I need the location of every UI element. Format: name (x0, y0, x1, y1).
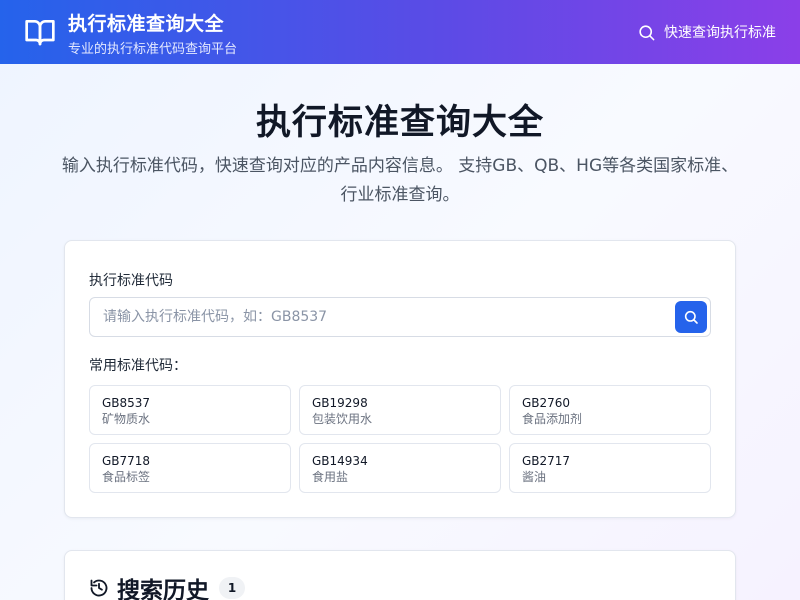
common-code-item[interactable]: GB7718 食品标签 (89, 443, 291, 493)
common-code-item[interactable]: GB2717 酱油 (509, 443, 711, 493)
history-icon (90, 579, 108, 597)
standard-name: 酱油 (522, 470, 547, 484)
standard-name: 包装饮用水 (312, 412, 373, 426)
history-title: 搜索历史 (117, 578, 209, 600)
standard-code: GB8537 (102, 396, 151, 410)
standard-name: 矿物质水 (102, 412, 151, 426)
standard-code: GB14934 (312, 454, 368, 468)
search-box (89, 297, 711, 337)
standard-code-input[interactable] (90, 298, 670, 336)
page-title: 执行标准查询大全 (255, 103, 544, 143)
common-code-item[interactable]: GB2760 食品添加剂 (509, 385, 711, 435)
standard-name: 食品标签 (102, 470, 151, 484)
search-history-card: 搜索历史 1 (64, 550, 736, 600)
app-header: 执行标准查询大全 专业的执行标准代码查询平台 快速查询执行标准 (0, 0, 800, 64)
common-code-item[interactable]: GB19298 包装饮用水 (299, 385, 501, 435)
standard-code: GB19298 (312, 396, 368, 410)
search-field-label: 执行标准代码 (89, 273, 173, 289)
search-icon (684, 310, 698, 324)
book-open-icon (25, 20, 55, 46)
search-icon (639, 24, 655, 40)
common-code-item[interactable]: GB14934 食用盐 (299, 443, 501, 493)
standard-name: 食用盐 (312, 470, 349, 484)
standard-code: GB2760 (522, 396, 571, 410)
common-codes-label: 常用标准代码： (89, 358, 187, 374)
search-button[interactable] (675, 301, 707, 333)
common-codes-grid: GB8537 矿物质水 GB19298 包装饮用水 GB2760 食品添加剂 G… (89, 385, 711, 493)
history-header: 搜索历史 1 (89, 573, 245, 600)
quick-search-link[interactable]: 快速查询执行标准 (637, 21, 776, 43)
standard-code: GB2717 (522, 454, 571, 468)
quick-search-label: 快速查询执行标准 (664, 25, 776, 41)
page-description: 输入执行标准代码，快速查询对应的产品内容信息。 支持GB、QB、HG等各类国家标… (61, 156, 739, 205)
app-title: 执行标准查询大全 (68, 13, 225, 35)
common-code-item[interactable]: GB8537 矿物质水 (89, 385, 291, 435)
history-count-badge: 1 (219, 577, 245, 599)
app-subtitle: 专业的执行标准代码查询平台 (68, 42, 238, 57)
standard-code: GB7718 (102, 454, 151, 468)
standard-name: 食品添加剂 (522, 412, 583, 426)
search-card: 执行标准代码 常用标准代码： GB8537 矿物质水 GB19298 包装饮用水… (64, 240, 736, 518)
